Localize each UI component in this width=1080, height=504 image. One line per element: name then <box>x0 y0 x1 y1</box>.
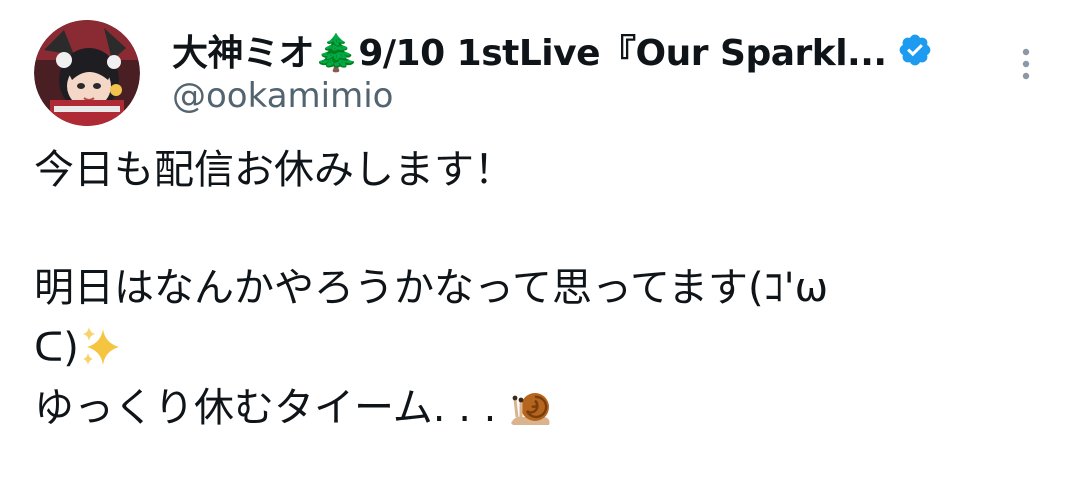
tweet-line-4: ゆっくり休むタイーム. . . <box>34 378 1054 438</box>
author-handle[interactable]: @ookamimio <box>172 76 393 116</box>
sparkles-icon <box>82 327 119 365</box>
tweet-line-1: 今日も配信お休みします！ <box>34 147 514 193</box>
verified-badge-icon <box>899 34 930 66</box>
profile-avatar[interactable] <box>34 20 140 126</box>
more-vertical-icon <box>1022 48 1030 80</box>
author-display-name[interactable]: 大神ミオ🌲9/10 1stLive『Our Sparkl... <box>172 24 887 76</box>
tweet-card[interactable]: 大神ミオ🌲9/10 1stLive『Our Sparkl... @ookamim… <box>0 0 1080 504</box>
profile-avatar-icon <box>34 20 140 126</box>
tweet-line-3: ᑕ) <box>34 318 1054 378</box>
tweet-line-2: 明日はなんかやろうかなって思ってます(ｺ'ω <box>34 265 829 311</box>
tweet-line-4-text: ゆっくり休むタイーム. . . <box>34 385 510 431</box>
tweet-text: 今日も配信お休みします！ 明日はなんかやろうかなって思ってます(ｺ'ω ᑕ) ゆ… <box>34 140 1054 438</box>
tweet-line-3-text: ᑕ) <box>34 325 79 371</box>
more-options-button[interactable] <box>1010 40 1042 88</box>
author-name-row[interactable]: 大神ミオ🌲9/10 1stLive『Our Sparkl... <box>172 24 933 76</box>
snail-icon <box>511 393 550 425</box>
